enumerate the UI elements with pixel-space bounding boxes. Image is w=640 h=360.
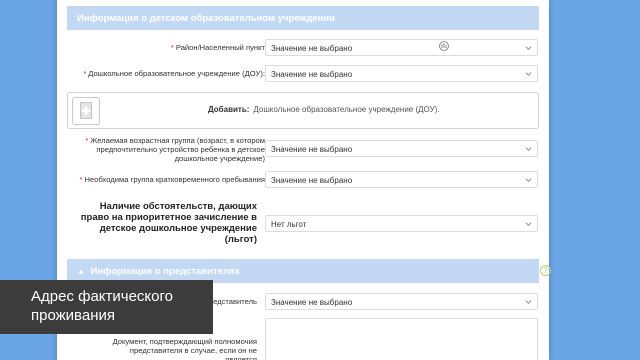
representative-select[interactable]: Значение не выбрано: [265, 293, 538, 310]
section-title: Информация о представителях: [90, 266, 240, 277]
required-marker: *: [79, 175, 83, 184]
help-icon[interactable]: ?: [540, 265, 551, 276]
chevron-down-icon: [525, 147, 532, 152]
kindergarten-select[interactable]: Значение не выбрано: [265, 65, 538, 82]
age-group-select[interactable]: Значение не выбрано: [265, 140, 538, 157]
add-kindergarten-link[interactable]: Добавить: Дошкольное образовательное учре…: [208, 105, 440, 114]
kindergarten-label: * Дошкольное образовательное учреждение (…: [83, 69, 265, 78]
add-document-button[interactable]: [72, 97, 100, 125]
document-label: Документ, подтверждающий полномочия пред…: [112, 337, 257, 360]
district-label: * Район/Населенный пункт: [170, 43, 265, 52]
privileges-select[interactable]: Нет льгот: [265, 215, 538, 232]
video-caption: Адрес фактического проживания: [0, 280, 213, 334]
required-marker: *: [170, 43, 174, 52]
collapse-caret-icon: ▲: [77, 267, 85, 276]
chevron-down-icon: [525, 72, 532, 77]
chevron-down-icon: [525, 46, 532, 51]
chevron-down-icon: [525, 222, 532, 227]
short-stay-select[interactable]: Значение не выбрано: [265, 171, 538, 188]
required-marker: *: [85, 136, 89, 145]
short-stay-label: * Необходима группа кратковременного преб…: [79, 175, 265, 184]
age-group-label: * Желаемая возрастная группа (возраст, в …: [85, 136, 265, 163]
section-title: Информация о детском образовательном учр…: [77, 13, 335, 24]
privileges-label: Наличие обстоятельств, дающих право на п…: [80, 201, 257, 245]
chevron-down-icon: [525, 178, 532, 183]
add-kindergarten-block: Добавить: Дошкольное образовательное учре…: [67, 92, 539, 129]
add-document-icon: [80, 102, 92, 119]
cursor-hand-icon: [439, 41, 449, 51]
district-select[interactable]: Значение не выбрано: [265, 39, 538, 56]
required-marker: *: [83, 69, 87, 78]
document-field[interactable]: [265, 318, 538, 360]
institution-section-header: Информация о детском образовательном учр…: [67, 6, 539, 30]
chevron-down-icon: [525, 300, 532, 305]
